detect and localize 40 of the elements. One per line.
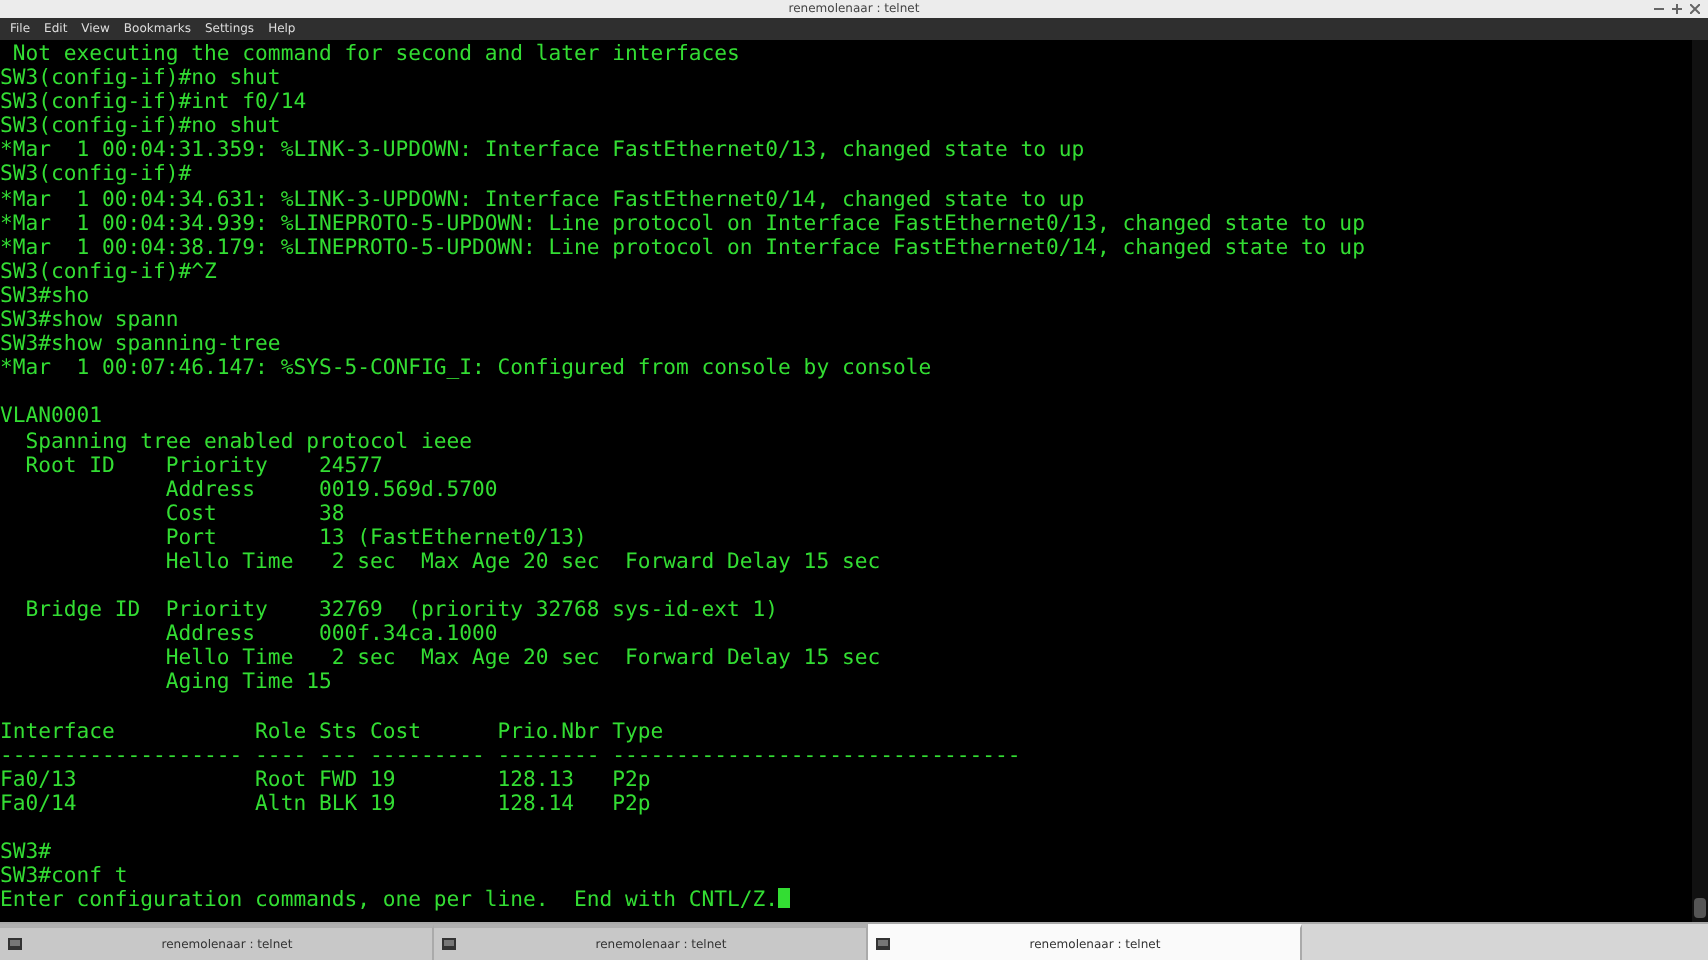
text-cursor <box>778 888 791 909</box>
terminal-line: Not executing the command for second and later interfaces <box>10 42 740 66</box>
terminal-line: Aging Time 15 <box>163 670 332 695</box>
terminal-line: SW3(config-if)# <box>0 162 192 187</box>
terminal-line: SW3#conf t <box>0 864 128 889</box>
terminal-line: ------------------- ---- --- --------- -------- -------------------------------- <box>0 743 1021 768</box>
terminal-line: SW3#show spann <box>0 308 179 333</box>
terminal-line: *Mar 1 00:04:31.359: %LINK-3-UPDOWN: Interface FastEthernet0/13, changed state to up <box>0 138 1085 163</box>
terminal-line: *Mar 1 00:04:34.631: %LINK-3-UPDOWN: Interface FastEthernet0/14, changed state to up <box>0 187 1085 212</box>
terminal-line: SW3#sho <box>0 283 90 308</box>
terminal-line: Fa0/13 Root FWD 19 128.13 P2p <box>0 767 651 792</box>
terminal-line: Cost 38 <box>163 501 345 526</box>
terminal-line: *Mar 1 00:04:34.939: %LINEPROTO-5-UPDOWN: Line protocol on Interface FastEthernet0/13, changed state to up <box>0 211 1365 236</box>
terminal-line: Hello Time 2 sec Max Age 20 sec Forward Delay 15 sec <box>163 646 881 671</box>
terminal-icon <box>8 938 22 950</box>
terminal-line: SW3# <box>0 840 52 865</box>
terminal-line: Fa0/14 Altn BLK 19 128.14 P2p <box>0 791 651 816</box>
terminal-line: Spanning tree enabled protocol ieee <box>23 429 472 453</box>
terminal-line: Root ID Priority 24577 <box>23 453 383 478</box>
close-icon[interactable] <box>1690 4 1700 14</box>
terminal-icon <box>442 938 456 950</box>
terminal-line: Interface Role Sts Cost Prio.Nbr Type <box>0 719 664 744</box>
terminal-icon <box>876 938 890 950</box>
minimize-icon[interactable] <box>1654 4 1664 14</box>
terminal-line: Port 13 (FastEthernet0/13) <box>163 525 587 550</box>
scrollbar[interactable] <box>1692 40 1708 922</box>
terminal-line: SW3(config-if)#^Z <box>0 259 217 284</box>
terminal-line: Enter configuration commands, one per line. End with CNTL/Z. <box>0 888 779 913</box>
terminal-line: SW3(config-if)#int f0/14 <box>0 90 307 115</box>
terminal-line: *Mar 1 00:04:38.179: %LINEPROTO-5-UPDOWN: Line protocol on Interface FastEthernet0/14, changed state to up <box>0 235 1365 260</box>
terminal-line: VLAN0001 <box>0 404 103 429</box>
terminal-line: Hello Time 2 sec Max Age 20 sec Forward Delay 15 sec <box>163 549 881 574</box>
terminal-line: Address 000f.34ca.1000 <box>163 622 498 647</box>
terminal-line: SW3(config-if)#no shut <box>0 114 281 139</box>
terminal-line: Bridge ID Priority 32769 (priority 32768 sys-id-ext 1) <box>23 598 779 623</box>
terminal-line: Address 0019.569d.5700 <box>163 477 498 502</box>
terminal-line: SW3(config-if)#no shut <box>0 66 281 91</box>
terminal-line: SW3#show spanning-tree <box>0 332 281 357</box>
terminal-line: *Mar 1 00:07:46.147: %SYS-5-CONFIG_I: Configured from console by console <box>0 356 932 381</box>
maximize-icon[interactable] <box>1672 4 1682 14</box>
